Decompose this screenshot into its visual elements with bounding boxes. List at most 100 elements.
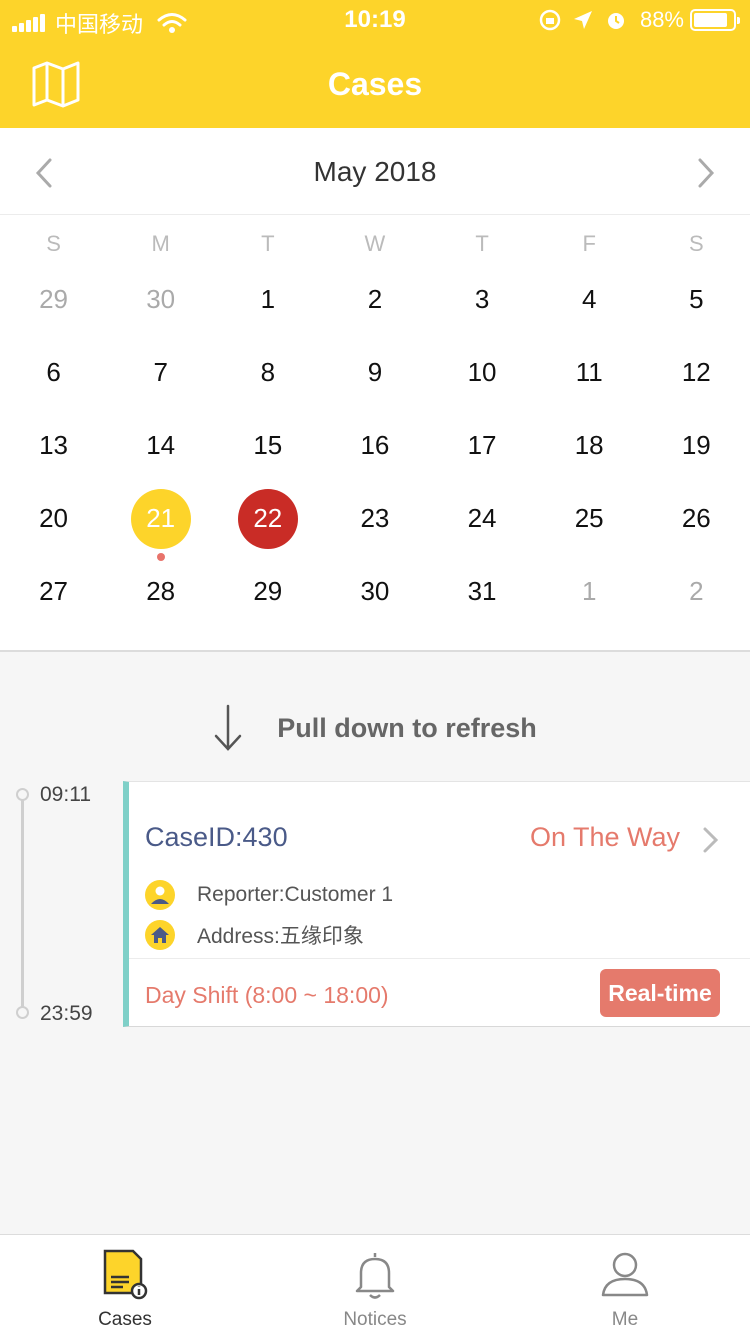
calendar-day-number: 26: [681, 503, 711, 533]
realtime-button[interactable]: Real-time: [600, 969, 720, 1017]
calendar-day[interactable]: 12: [643, 344, 750, 417]
calendar-day-number: 25: [574, 503, 604, 533]
calendar-day-number: 29: [253, 576, 283, 606]
tab-bar: Cases Notices Me: [0, 1234, 750, 1334]
calendar-day[interactable]: 2: [321, 271, 428, 344]
calendar-day-number: 1: [260, 284, 276, 314]
calendar-month-label: May 2018: [313, 156, 437, 187]
calendar-week: 13 14 15 16 17 18 19: [0, 417, 750, 490]
calendar-week: 29 30 1 2 3 4 5: [0, 271, 750, 344]
calendar-day-number: 20: [39, 503, 69, 533]
calendar-week: 27 28 29 30 31 1 2: [0, 563, 750, 636]
tab-notices-label: Notices: [343, 1309, 407, 1330]
location-icon: [573, 11, 592, 29]
calendar-day[interactable]: 10: [429, 344, 536, 417]
weekday-label: T: [261, 231, 275, 256]
calendar-day[interactable]: 26: [643, 490, 750, 563]
address-row: Address:五缘印象: [145, 920, 364, 950]
calendar-day[interactable]: 11: [536, 344, 643, 417]
calendar-day[interactable]: 19: [643, 417, 750, 490]
calendar-day[interactable]: 25: [536, 490, 643, 563]
calendar-day-number: 13: [39, 430, 69, 460]
calendar-day[interactable]: 13: [0, 417, 107, 490]
tab-me[interactable]: Me: [500, 1235, 750, 1334]
tab-notices[interactable]: Notices: [250, 1235, 500, 1334]
calendar-day[interactable]: 14: [107, 417, 214, 490]
calendar-day[interactable]: 8: [214, 344, 321, 417]
calendar-day[interactable]: 15: [214, 417, 321, 490]
calendar-day-number: 2: [367, 284, 383, 314]
case-card[interactable]: CaseID:430 On The Way Reporter:Customer …: [123, 781, 750, 1027]
calendar-day[interactable]: 1: [214, 271, 321, 344]
calendar-day[interactable]: 21: [107, 488, 214, 563]
home-icon: [145, 920, 175, 950]
bell-icon: [355, 1253, 395, 1299]
calendar-day-number: 9: [367, 357, 383, 387]
calendar-day-number: 8: [260, 357, 276, 387]
calendar-day[interactable]: 22: [214, 488, 321, 563]
calendar: May 2018 SMTWTFS 29 30 1 2 3 4 5 6 7 8 9 10 11 12 13 14…: [0, 128, 750, 652]
calendar-day-number: 4: [581, 284, 597, 314]
calendar-day[interactable]: 17: [429, 417, 536, 490]
calendar-day[interactable]: 24: [429, 490, 536, 563]
timeline-end-dot: [16, 1006, 29, 1019]
calendar-day-number: 14: [146, 430, 176, 460]
calendar-day[interactable]: 4: [536, 271, 643, 344]
chevron-right-icon[interactable]: [702, 826, 720, 854]
weekday-label: F: [582, 231, 596, 256]
calendar-day-number: 21: [130, 488, 191, 549]
calendar-day[interactable]: 2: [643, 563, 750, 636]
calendar-day-number: 16: [360, 430, 390, 460]
case-id: CaseID:430: [145, 822, 288, 852]
case-status: On The Way: [529, 822, 680, 852]
cases-icon: [103, 1249, 148, 1300]
calendar-day-number: 29: [39, 284, 69, 314]
status-right: 88%: [538, 7, 740, 33]
weekday-label: M: [151, 231, 170, 256]
calendar-day[interactable]: 29: [214, 563, 321, 636]
calendar-day[interactable]: 27: [0, 563, 107, 636]
reporter-row: Reporter:Customer 1: [145, 880, 393, 910]
calendar-day[interactable]: 23: [321, 490, 428, 563]
shift-label: Day Shift (8:00 ~ 18:00): [145, 982, 389, 1008]
calendar-day[interactable]: 31: [429, 563, 536, 636]
tab-cases[interactable]: Cases: [0, 1235, 250, 1334]
calendar-day-number: 3: [474, 284, 490, 314]
tab-cases-label: Cases: [98, 1309, 152, 1330]
calendar-day[interactable]: 20: [0, 490, 107, 563]
calendar-day-number: 10: [467, 357, 497, 387]
timeline-end-time: 23:59: [40, 1002, 93, 1025]
calendar-week: 6 7 8 9 10 11 12: [0, 344, 750, 417]
calendar-day[interactable]: 5: [643, 271, 750, 344]
weekday-label: T: [475, 231, 489, 256]
weekday-label: S: [46, 231, 61, 256]
calendar-day-number: 1: [581, 576, 597, 606]
calendar-day-number: 30: [360, 576, 390, 606]
address-label: Address:五缘印象: [197, 925, 364, 948]
calendar-day[interactable]: 1: [536, 563, 643, 636]
calendar-day[interactable]: 7: [107, 344, 214, 417]
calendar-day-number: 19: [681, 430, 711, 460]
calendar-day[interactable]: 18: [536, 417, 643, 490]
calendar-day-number: 22: [237, 488, 298, 549]
calendar-day-number: 27: [39, 576, 69, 606]
reporter-label: Reporter:Customer 1: [197, 883, 394, 906]
timeline-line: [21, 794, 24, 1012]
calendar-day[interactable]: 16: [321, 417, 428, 490]
calendar-week: 20 21 22 23 24 25 26: [0, 488, 750, 563]
calendar-day[interactable]: 6: [0, 344, 107, 417]
timeline-start-dot: [16, 788, 29, 801]
calendar-day[interactable]: 9: [321, 344, 428, 417]
timeline-start-time: 09:11: [40, 783, 91, 806]
calendar-day-number: 12: [681, 357, 711, 387]
event-dot: [156, 553, 165, 561]
calendar-day[interactable]: 3: [429, 271, 536, 344]
chevron-right-icon[interactable]: [690, 156, 720, 190]
calendar-day[interactable]: 30: [107, 271, 214, 344]
person-icon: [601, 1252, 649, 1297]
weekday-label: S: [688, 231, 704, 256]
calendar-day[interactable]: 28: [107, 563, 214, 636]
weekday-label: W: [364, 231, 386, 256]
calendar-day[interactable]: 29: [0, 271, 107, 344]
calendar-day[interactable]: 30: [321, 563, 428, 636]
